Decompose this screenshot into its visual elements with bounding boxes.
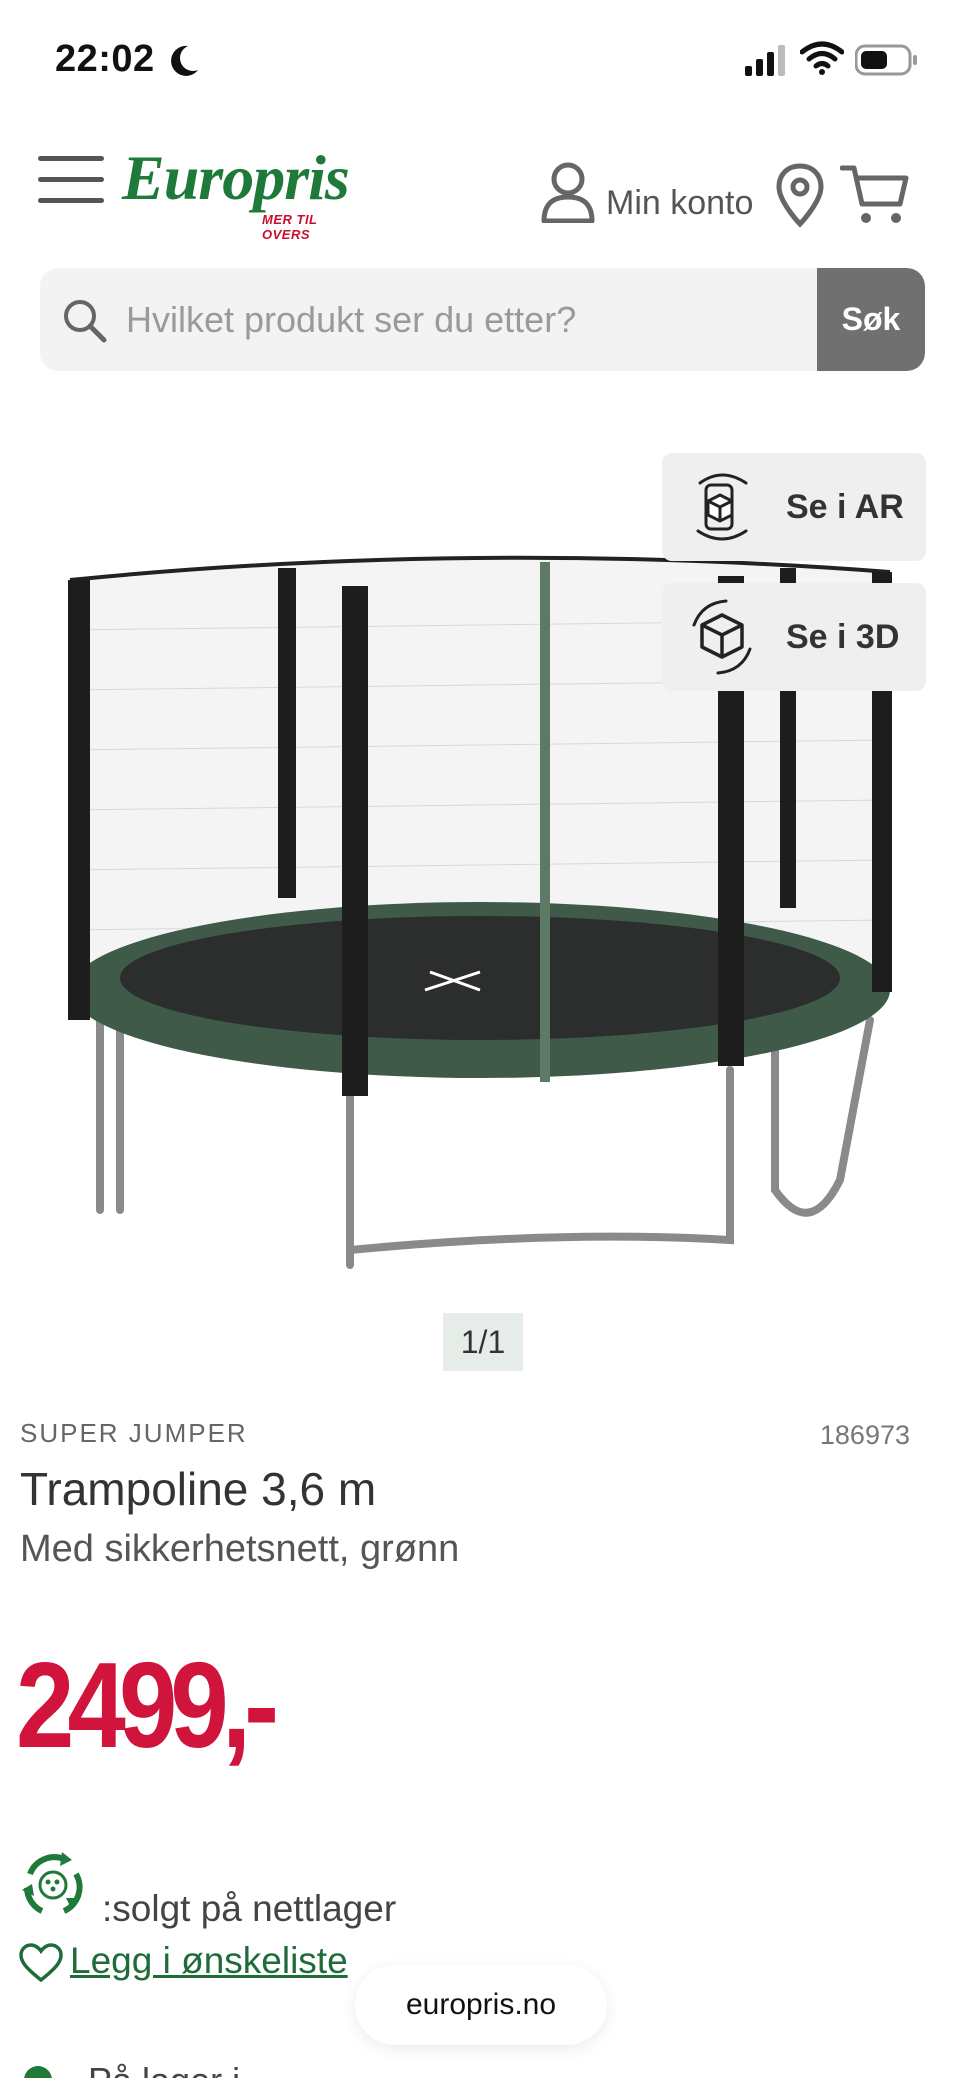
logo-tagline: MER TIL OVERS — [262, 212, 318, 242]
image-counter: 1/1 — [443, 1313, 523, 1371]
ar-icon — [696, 473, 748, 541]
status-bar: 22:02 — [0, 0, 960, 120]
logo-text: Europris — [122, 142, 350, 213]
store-stock-row: På lager i — [18, 2060, 318, 2078]
view-in-3d-button[interactable]: Se i 3D — [662, 583, 926, 691]
product-sku: 186973 — [819, 1420, 910, 1450]
search-button[interactable]: Søk — [817, 268, 925, 371]
stock-dot-icon — [24, 2066, 52, 2078]
add-to-wishlist-link[interactable]: Legg i ønskeliste — [70, 1940, 348, 1982]
3d-cube-icon — [692, 599, 752, 675]
moon-icon — [171, 45, 198, 76]
stock-status-text: :solgt på nettlager — [102, 1888, 397, 1929]
view-in-ar-label: Se i AR — [786, 487, 904, 526]
site-header: Europris MER TIL OVERS Min konto — [0, 140, 960, 260]
product-subtitle: Med sikkerhetsnett, grønn — [20, 1528, 460, 1570]
user-icon — [541, 162, 595, 223]
account-link[interactable]: Min konto — [540, 160, 753, 223]
store-stock-text: På lager i — [88, 2060, 240, 2078]
battery-icon — [855, 44, 917, 76]
product-brand: SUPER JUMPER — [20, 1418, 248, 1448]
view-in-3d-label: Se i 3D — [786, 617, 900, 656]
cart-icon[interactable] — [840, 162, 910, 228]
browser-url-pill[interactable]: europris.no — [355, 1965, 607, 2045]
europris-logo[interactable]: Europris MER TIL OVERS — [122, 142, 362, 243]
hamburger-menu-icon[interactable] — [38, 156, 104, 206]
search-input[interactable] — [122, 268, 842, 371]
view-in-ar-button[interactable]: Se i AR — [662, 453, 926, 561]
heart-icon[interactable] — [18, 1942, 64, 1984]
product-title: Trampoline 3,6 m — [20, 1463, 377, 1515]
store-location-icon[interactable] — [775, 162, 825, 228]
status-time: 22:02 — [55, 38, 155, 80]
sold-out-online-icon — [22, 1852, 83, 1914]
search-icon — [64, 300, 107, 343]
product-gallery[interactable]: Se i AR Se i 3D 1/1 — [0, 420, 960, 1371]
product-price: 2499,- — [16, 1637, 279, 1773]
signal-icon — [745, 45, 785, 76]
search-bar: Søk — [40, 268, 925, 371]
wifi-icon — [800, 41, 844, 75]
account-label: Min konto — [606, 184, 754, 222]
